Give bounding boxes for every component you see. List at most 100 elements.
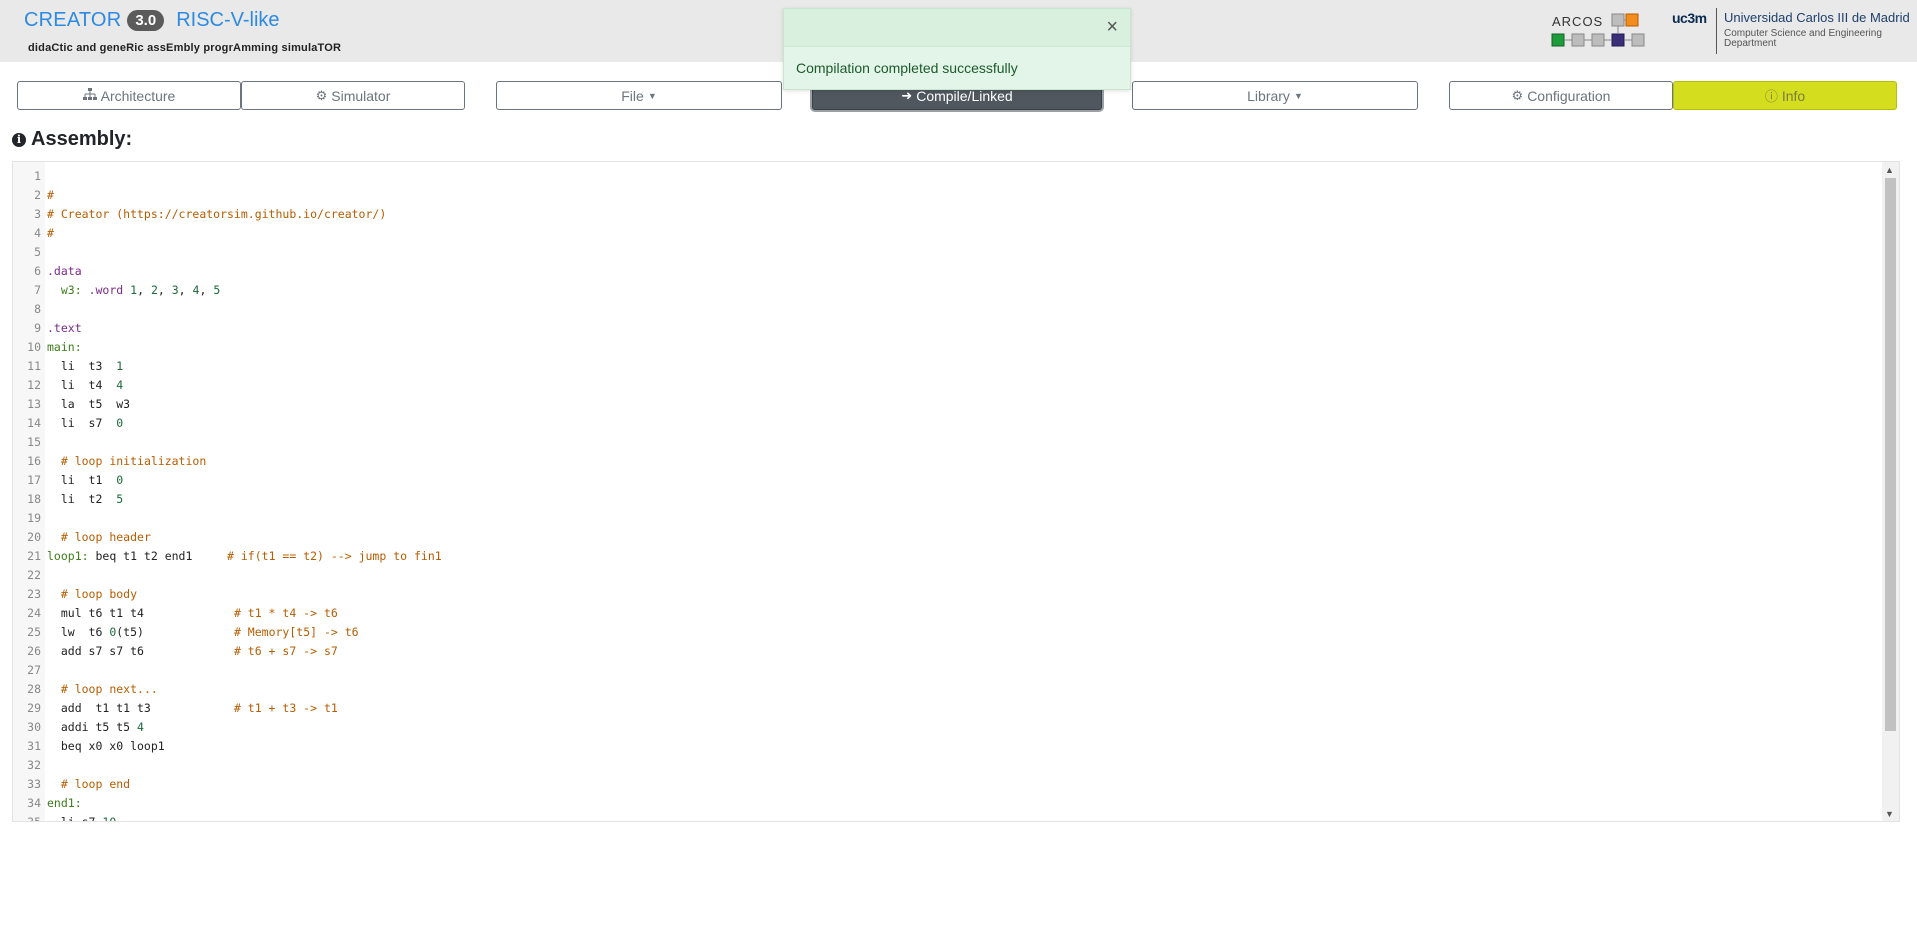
arcos-blocks-icon [1551, 13, 1645, 47]
code-lines[interactable]: 1 2 #3 # Creator (https://creatorsim.github… [13, 167, 1883, 821]
code-line[interactable]: 11 li t3 1 [13, 357, 1883, 376]
close-icon[interactable]: × [1106, 16, 1118, 39]
code-text[interactable]: # loop next... [47, 680, 158, 699]
architecture-button[interactable]: Architecture [17, 81, 241, 110]
scroll-down-icon[interactable]: ▼ [1885, 809, 1894, 819]
code-text[interactable]: # Creator (https://creatorsim.github.io/… [47, 205, 386, 224]
code-line[interactable]: 23 # loop body [13, 585, 1883, 604]
code-line[interactable]: 27 [13, 661, 1883, 680]
code-line[interactable]: 28 # loop next... [13, 680, 1883, 699]
code-line[interactable]: 19 [13, 509, 1883, 528]
university-name: Universidad Carlos III de Madrid [1724, 10, 1910, 25]
code-text[interactable]: lw t6 0(t5) # Memory[t5] -> t6 [47, 623, 359, 642]
code-line[interactable]: 31 beq x0 x0 loop1 [13, 737, 1883, 756]
simulator-button[interactable]: ⚙ Simulator [241, 81, 465, 110]
code-text[interactable]: li t2 5 [47, 490, 123, 509]
editor-scrollbar[interactable]: ▲ ▼ [1882, 162, 1899, 821]
line-number: 34 [27, 796, 41, 810]
code-line[interactable]: 17 li t1 0 [13, 471, 1883, 490]
line-number: 28 [27, 682, 41, 696]
code-line[interactable]: 32 [13, 756, 1883, 775]
line-number: 18 [27, 492, 41, 506]
code-line[interactable]: 5 [13, 243, 1883, 262]
line-number: 3 [34, 207, 41, 221]
line-number: 4 [34, 226, 41, 240]
scroll-up-icon[interactable]: ▲ [1885, 165, 1894, 175]
code-line[interactable]: 21 loop1: beq t1 t2 end1 # if(t1 == t2) -… [13, 547, 1883, 566]
code-text[interactable]: li t3 1 [47, 357, 123, 376]
code-line[interactable]: 34 end1: [13, 794, 1883, 813]
code-text[interactable]: li t1 0 [47, 471, 123, 490]
code-line[interactable]: 13 la t5 w3 [13, 395, 1883, 414]
code-text[interactable]: beq x0 x0 loop1 [47, 737, 165, 756]
app-name[interactable]: CREATOR [24, 9, 121, 32]
code-text[interactable]: # loop initialization [47, 452, 206, 471]
code-line[interactable]: 35 li s7 10 [13, 813, 1883, 821]
code-line[interactable]: 1 [13, 167, 1883, 186]
code-text[interactable]: li t4 4 [47, 376, 123, 395]
assembly-heading: i Assembly: [12, 128, 132, 151]
line-number: 2 [34, 188, 41, 202]
code-line[interactable]: 8 [13, 300, 1883, 319]
code-line[interactable]: 14 li s7 0 [13, 414, 1883, 433]
code-text[interactable]: la t5 w3 [47, 395, 130, 414]
code-line[interactable]: 16 # loop initialization [13, 452, 1883, 471]
code-text[interactable]: add t1 t1 t3 # t1 + t3 -> t1 [47, 699, 338, 718]
code-line[interactable]: 3 # Creator (https://creatorsim.github.io… [13, 205, 1883, 224]
scrollbar-thumb[interactable] [1885, 178, 1896, 731]
code-editor[interactable]: 1 2 #3 # Creator (https://creatorsim.github… [12, 161, 1900, 822]
code-line[interactable]: 20 # loop header [13, 528, 1883, 547]
code-text[interactable]: end1: [47, 794, 82, 813]
code-line[interactable]: 22 [13, 566, 1883, 585]
line-number: 6 [34, 264, 41, 278]
code-line[interactable]: 30 addi t5 t5 4 [13, 718, 1883, 737]
library-dropdown-button[interactable]: Library ▼ [1132, 81, 1418, 110]
code-line[interactable]: 12 li t4 4 [13, 376, 1883, 395]
code-line[interactable]: 6 .data [13, 262, 1883, 281]
code-line[interactable]: 26 add s7 s7 t6 # t6 + s7 -> s7 [13, 642, 1883, 661]
configuration-label: Configuration [1527, 87, 1611, 104]
line-number: 25 [27, 625, 41, 639]
code-text[interactable]: mul t6 t1 t4 # t1 * t4 -> t6 [47, 604, 338, 623]
code-text[interactable]: li s7 10 [47, 813, 116, 821]
file-dropdown-button[interactable]: File ▼ [496, 81, 782, 110]
code-text[interactable]: add s7 s7 t6 # t6 + s7 -> s7 [47, 642, 338, 661]
code-line[interactable]: 9 .text [13, 319, 1883, 338]
code-line[interactable]: 25 lw t6 0(t5) # Memory[t5] -> t6 [13, 623, 1883, 642]
code-line[interactable]: 2 # [13, 186, 1883, 205]
info-circle-icon: ⓘ [1764, 89, 1778, 104]
code-line[interactable]: 18 li t2 5 [13, 490, 1883, 509]
version-badge: 3.0 [127, 10, 165, 31]
code-line[interactable]: 10 main: [13, 338, 1883, 357]
app-tagline: didaCtic and geneRic assEmbly progrAmmin… [28, 42, 342, 54]
code-line[interactable]: 15 [13, 433, 1883, 452]
code-text[interactable]: main: [47, 338, 82, 357]
code-line[interactable]: 4 # [13, 224, 1883, 243]
code-line[interactable]: 7 w3: .word 1, 2, 3, 4, 5 [13, 281, 1883, 300]
code-text[interactable]: # [47, 186, 54, 205]
code-text[interactable]: loop1: beq t1 t2 end1 # if(t1 == t2) -->… [47, 547, 442, 566]
configuration-button[interactable]: ⚙ Configuration [1449, 81, 1673, 110]
code-text[interactable]: # loop end [47, 775, 130, 794]
line-number: 19 [27, 511, 41, 525]
code-text[interactable]: # loop body [47, 585, 137, 604]
code-text[interactable]: # [47, 224, 54, 243]
code-text[interactable]: w3: .word 1, 2, 3, 4, 5 [47, 281, 220, 300]
code-text[interactable]: li s7 0 [47, 414, 123, 433]
code-line[interactable]: 24 mul t6 t1 t4 # t1 * t4 -> t6 [13, 604, 1883, 623]
uc3m-logo[interactable]: uc3m Universidad Carlos III de Madrid Co… [1672, 8, 1917, 56]
line-number: 27 [27, 663, 41, 677]
code-text[interactable]: # loop header [47, 528, 151, 547]
code-text[interactable]: addi t5 t5 4 [47, 718, 144, 737]
line-number: 5 [34, 245, 41, 259]
line-number: 12 [27, 378, 41, 392]
code-line[interactable]: 29 add t1 t1 t3 # t1 + t3 -> t1 [13, 699, 1883, 718]
code-text[interactable]: .text [47, 319, 82, 338]
line-number: 20 [27, 530, 41, 544]
arcos-logo[interactable]: ARCOS [1548, 10, 1653, 50]
code-line[interactable]: 33 # loop end [13, 775, 1883, 794]
line-number: 32 [27, 758, 41, 772]
line-number: 22 [27, 568, 41, 582]
info-button[interactable]: ⓘ Info [1673, 81, 1897, 110]
code-text[interactable]: .data [47, 262, 82, 281]
